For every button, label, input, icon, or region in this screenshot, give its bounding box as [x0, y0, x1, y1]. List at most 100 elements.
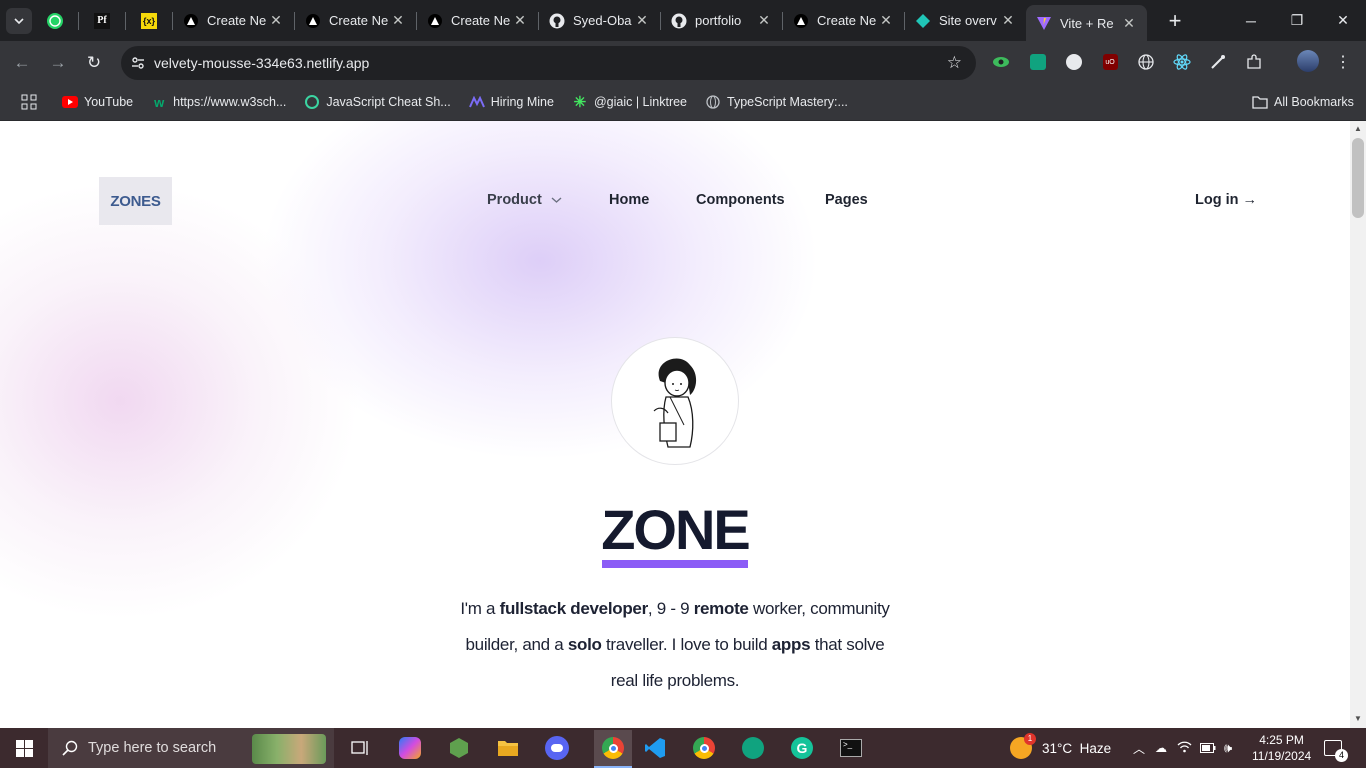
- minimize-button[interactable]: ─: [1228, 0, 1274, 41]
- terminal-icon[interactable]: >_: [839, 736, 863, 760]
- tab-github-portfolio[interactable]: portfolio ✕: [661, 5, 782, 37]
- hero-intro: I'm a fullstack developer, 9 - 9 remote …: [455, 591, 895, 699]
- nav-home[interactable]: Home: [609, 192, 649, 208]
- hiring-mine-icon: [468, 94, 485, 110]
- vscode-icon[interactable]: [643, 736, 667, 760]
- scroll-down-arrow[interactable]: ▼: [1350, 714, 1366, 723]
- close-icon[interactable]: ✕: [1000, 12, 1016, 29]
- forward-button[interactable]: →: [40, 45, 76, 81]
- bookmark-youtube[interactable]: YouTube: [62, 94, 133, 110]
- restore-button[interactable]: ❐: [1274, 0, 1320, 41]
- arrow-left-icon: ←: [13, 52, 31, 72]
- chatgpt-extension-icon[interactable]: [1028, 52, 1048, 72]
- close-icon[interactable]: ✕: [512, 12, 528, 29]
- nav-pages[interactable]: Pages: [825, 192, 868, 208]
- discord-icon[interactable]: [545, 736, 569, 760]
- tab-create-next-2[interactable]: Create Ne ✕: [295, 5, 416, 37]
- wifi-icon[interactable]: [1177, 740, 1192, 756]
- nav-product[interactable]: Product: [487, 192, 562, 208]
- chatgpt-app-icon[interactable]: [741, 736, 765, 760]
- triangle-icon: [427, 13, 443, 29]
- eyedropper-icon[interactable]: [1208, 52, 1228, 72]
- tab-title: Create Ne: [451, 13, 511, 28]
- weather-widget[interactable]: 1 31°C Haze: [1010, 728, 1111, 768]
- intro-highlight: fullstack developer: [499, 599, 649, 618]
- new-tab-button[interactable]: +: [1161, 7, 1189, 35]
- copilot-icon[interactable]: [398, 736, 422, 760]
- tab-search-button[interactable]: [6, 7, 32, 34]
- ublock-icon[interactable]: uO: [1100, 52, 1120, 72]
- extensions-puzzle-icon[interactable]: [1244, 52, 1264, 72]
- notification-count: 4: [1335, 749, 1348, 762]
- bookmark-linktree[interactable]: ✳ @giaic | Linktree: [572, 94, 688, 111]
- back-button[interactable]: ←: [4, 45, 40, 81]
- login-link[interactable]: Log in →: [1195, 192, 1257, 208]
- profile-avatar[interactable]: [1297, 50, 1319, 72]
- bookmark-label: TypeScript Mastery:...: [727, 95, 848, 109]
- bookmark-js-cheatsheet[interactable]: JavaScript Cheat Sh...: [304, 94, 451, 110]
- react-devtools-icon[interactable]: [1172, 52, 1192, 72]
- onedrive-icon[interactable]: ☁: [1155, 741, 1167, 755]
- scroll-up-arrow[interactable]: ▲: [1350, 124, 1366, 133]
- bookmark-w3schools[interactable]: w https://www.w3sch...: [151, 94, 286, 110]
- grammarly-icon[interactable]: G: [790, 736, 814, 760]
- all-bookmarks-label: All Bookmarks: [1274, 95, 1354, 109]
- pinned-tab-whatsapp[interactable]: [32, 5, 78, 37]
- close-icon[interactable]: ✕: [756, 12, 772, 29]
- close-icon[interactable]: ✕: [268, 12, 284, 29]
- tab-title: Vite + Re: [1060, 15, 1114, 31]
- chevron-down-icon: [551, 197, 562, 203]
- eye-extension-icon[interactable]: [991, 52, 1011, 72]
- bookmark-hiring-mine[interactable]: Hiring Mine: [468, 94, 554, 110]
- reload-icon: ↻: [86, 52, 102, 72]
- circle-extension-icon[interactable]: [1064, 52, 1084, 72]
- close-icon[interactable]: ✕: [634, 12, 650, 29]
- close-icon[interactable]: ✕: [1121, 15, 1137, 32]
- volume-icon[interactable]: 🕪: [1224, 740, 1232, 756]
- weather-badge: 1: [1024, 733, 1036, 745]
- pinned-tab-x[interactable]: {x}: [126, 5, 172, 37]
- chrome-active-icon[interactable]: [594, 730, 632, 768]
- chrome-icon[interactable]: [692, 736, 716, 760]
- file-explorer-icon[interactable]: [496, 736, 520, 760]
- nav-components[interactable]: Components: [696, 192, 785, 208]
- clock-date: 11/19/2024: [1252, 749, 1312, 763]
- close-icon[interactable]: ✕: [878, 12, 894, 29]
- bookmark-typescript-mastery[interactable]: TypeScript Mastery:...: [705, 94, 848, 110]
- globe-icon[interactable]: [1136, 52, 1156, 72]
- tab-vite-react-active[interactable]: Vite + Re ✕: [1026, 5, 1147, 41]
- nodejs-icon[interactable]: [447, 736, 471, 760]
- notifications-button[interactable]: 4: [1324, 728, 1348, 768]
- tab-create-next-4[interactable]: Create Ne ✕: [783, 5, 904, 37]
- restore-icon: ❐: [1290, 12, 1304, 28]
- bookmark-label: @giaic | Linktree: [593, 95, 688, 109]
- tab-create-next-3[interactable]: Create Ne ✕: [417, 5, 538, 37]
- clock[interactable]: 4:25 PM 11/19/2024: [1252, 728, 1311, 768]
- pinned-tab-pf[interactable]: Pf: [79, 5, 125, 37]
- scrollbar-thumb[interactable]: [1352, 138, 1364, 218]
- close-icon[interactable]: ✕: [390, 12, 406, 29]
- bookmark-star-icon[interactable]: ☆: [947, 53, 962, 73]
- chevron-down-icon: [14, 17, 24, 24]
- battery-icon[interactable]: [1200, 741, 1216, 756]
- title-underline: [602, 560, 748, 568]
- task-view-icon[interactable]: [349, 736, 373, 760]
- reload-button[interactable]: ↻: [76, 45, 112, 81]
- globe-icon: [705, 94, 721, 110]
- arrow-right-icon: →: [49, 52, 67, 72]
- site-logo[interactable]: ZONES: [99, 177, 172, 225]
- close-window-button[interactable]: ✕: [1320, 0, 1366, 41]
- taskbar-search[interactable]: Type here to search: [48, 728, 334, 768]
- address-bar[interactable]: velvety-mousse-334e63.netlify.app ☆: [121, 46, 976, 80]
- all-bookmarks[interactable]: All Bookmarks: [1252, 94, 1354, 110]
- start-button[interactable]: [0, 728, 48, 768]
- tab-github-syed[interactable]: Syed-Oba ✕: [539, 5, 660, 37]
- apps-grid-icon[interactable]: [16, 92, 42, 112]
- hero-title: ZONE: [601, 498, 751, 561]
- tab-create-next-1[interactable]: Create Ne ✕: [173, 5, 294, 37]
- site-info-icon[interactable]: [130, 55, 146, 71]
- tab-netlify-site-overview[interactable]: Site overv ✕: [905, 5, 1026, 37]
- menu-kebab-icon[interactable]: ⋮: [1333, 52, 1353, 72]
- chevron-up-icon[interactable]: ︿: [1133, 740, 1145, 757]
- bookmark-label: Hiring Mine: [490, 95, 554, 109]
